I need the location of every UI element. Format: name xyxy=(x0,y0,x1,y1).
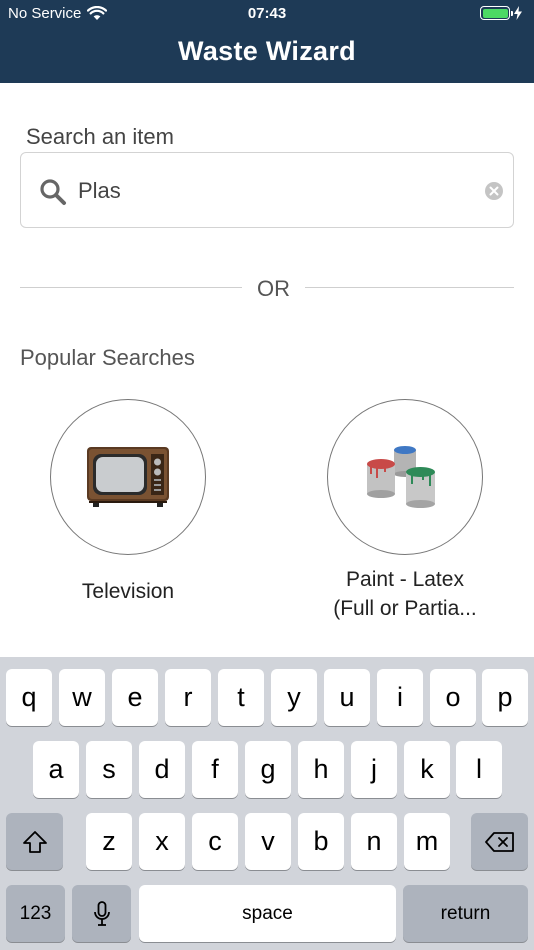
divider-line-left xyxy=(20,287,242,288)
key-b[interactable]: b xyxy=(298,813,344,870)
key-y[interactable]: y xyxy=(271,669,317,726)
key-p[interactable]: p xyxy=(482,669,528,726)
search-field[interactable] xyxy=(20,152,514,228)
backspace-icon xyxy=(484,831,514,852)
popular-item-label: Television xyxy=(81,580,175,603)
popular-searches-heading: Popular Searches xyxy=(20,345,195,370)
popular-item-label-line2: (Full or Partia... xyxy=(333,597,477,620)
popular-item-label: Paint - Latex (Full or Partia... xyxy=(295,565,515,623)
key-t[interactable]: t xyxy=(218,669,264,726)
key-u[interactable]: u xyxy=(324,669,370,726)
key-i[interactable]: i xyxy=(377,669,423,726)
key-m[interactable]: m xyxy=(404,813,450,870)
page-title: Waste Wizard xyxy=(178,36,356,66)
search-input[interactable] xyxy=(78,171,458,211)
key-q[interactable]: q xyxy=(6,669,52,726)
divider-line-right xyxy=(305,287,514,288)
status-time: 07:43 xyxy=(247,5,287,22)
clear-icon[interactable] xyxy=(485,182,503,200)
key-h[interactable]: h xyxy=(298,741,344,798)
popular-item-image[interactable] xyxy=(50,399,206,555)
or-divider: OR xyxy=(20,274,514,302)
battery-indicator xyxy=(480,6,522,20)
key-e[interactable]: e xyxy=(112,669,158,726)
key-j[interactable]: j xyxy=(351,741,397,798)
key-c[interactable]: c xyxy=(192,813,238,870)
key-r[interactable]: r xyxy=(165,669,211,726)
space-key[interactable]: space xyxy=(139,885,396,942)
popular-item-image[interactable] xyxy=(327,399,483,555)
popular-item-label-line1: Paint - Latex xyxy=(346,568,464,591)
charging-bolt-icon xyxy=(514,6,522,20)
television-icon xyxy=(87,447,169,507)
or-label: OR xyxy=(257,276,290,301)
key-s[interactable]: s xyxy=(86,741,132,798)
key-v[interactable]: v xyxy=(245,813,291,870)
key-l[interactable]: l xyxy=(456,741,502,798)
return-key[interactable]: return xyxy=(403,885,528,942)
onscreen-keyboard: q w e r t y u i o p a s d f g h j k l z … xyxy=(0,657,534,950)
numbers-key[interactable]: 123 xyxy=(6,885,65,942)
battery-icon xyxy=(480,6,513,20)
key-a[interactable]: a xyxy=(33,741,79,798)
app-header: No Service 07:43 Waste Wizard xyxy=(0,0,534,83)
key-n[interactable]: n xyxy=(351,813,397,870)
key-f[interactable]: f xyxy=(192,741,238,798)
key-o[interactable]: o xyxy=(430,669,476,726)
microphone-icon xyxy=(93,900,110,926)
search-icon xyxy=(40,179,66,205)
key-x[interactable]: x xyxy=(139,813,185,870)
popular-item-paint-latex[interactable]: Paint - Latex (Full or Partia... xyxy=(295,399,515,623)
key-z[interactable]: z xyxy=(86,813,132,870)
key-g[interactable]: g xyxy=(245,741,291,798)
key-w[interactable]: w xyxy=(59,669,105,726)
delete-key[interactable] xyxy=(471,813,528,870)
key-d[interactable]: d xyxy=(139,741,185,798)
key-k[interactable]: k xyxy=(404,741,450,798)
status-bar: No Service 07:43 xyxy=(0,0,534,28)
popular-item-television[interactable]: Television xyxy=(18,399,238,606)
search-label: Search an item xyxy=(26,124,174,149)
shift-icon xyxy=(22,830,47,853)
shift-key[interactable] xyxy=(6,813,63,870)
paint-cans-icon xyxy=(367,446,435,508)
dictation-key[interactable] xyxy=(72,885,131,942)
